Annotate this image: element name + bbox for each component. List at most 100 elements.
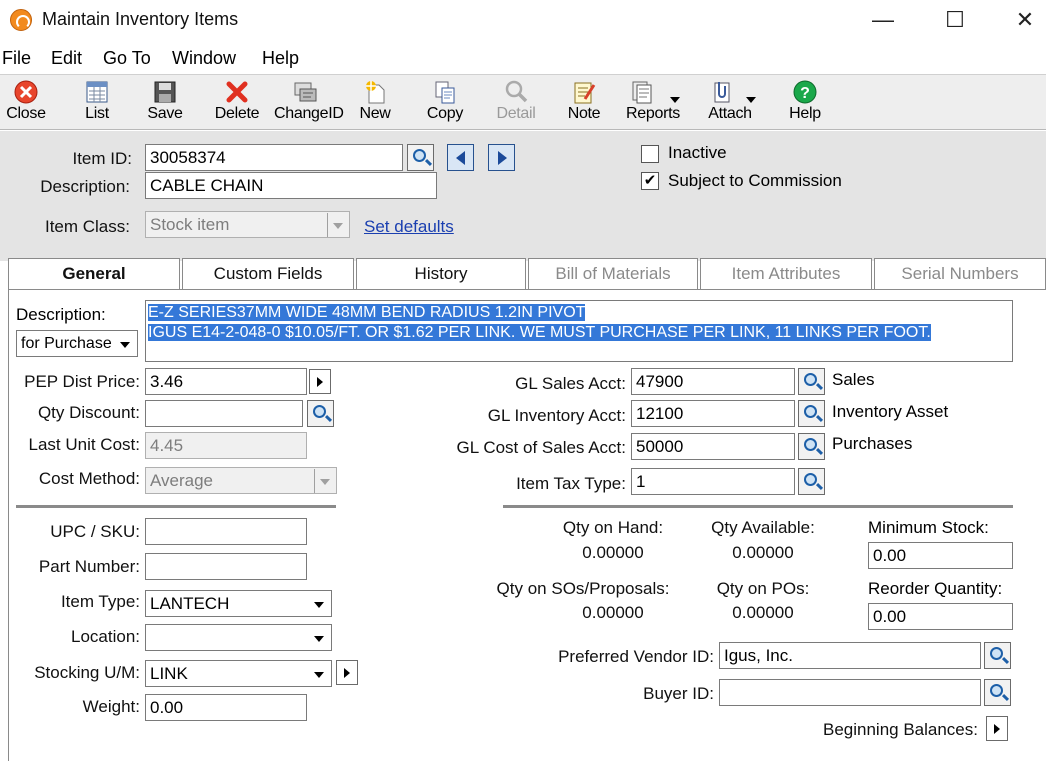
item-tax-type-input[interactable]: 1: [631, 468, 795, 495]
description-for-value: for Purchase: [21, 335, 112, 352]
arrow-right-icon: [498, 151, 507, 165]
delete-button[interactable]: Delete: [210, 79, 264, 129]
gl-sales-lookup-button[interactable]: [798, 368, 825, 395]
item-id-lookup-button[interactable]: [407, 144, 434, 171]
svg-text:?: ?: [800, 85, 810, 102]
chevron-down-icon: [327, 213, 348, 237]
pep-dist-price-input[interactable]: 3.46: [145, 368, 307, 395]
new-icon: [366, 81, 385, 104]
help-icon: ?: [793, 80, 817, 104]
gl-inventory-lookup-button[interactable]: [798, 400, 825, 427]
copy-button[interactable]: Copy: [422, 79, 468, 129]
item-type-value: LANTECH: [150, 594, 230, 613]
reports-icon: [632, 81, 652, 104]
preferred-vendor-input[interactable]: Igus, Inc.: [719, 642, 981, 669]
item-class-select[interactable]: Stock item: [145, 211, 350, 238]
reorder-quantity-input[interactable]: 0.00: [868, 603, 1013, 630]
item-header: Item ID: 30058374 Description: CABLE CHA…: [0, 131, 1046, 261]
general-description-label: Description:: [16, 305, 106, 324]
tab-custom-fields[interactable]: Custom Fields: [182, 258, 354, 290]
item-type-label: Item Type:: [60, 592, 140, 611]
weight-label: Weight:: [82, 697, 140, 716]
reorder-quantity-label: Reorder Quantity:: [868, 579, 1003, 598]
qty-discount-input[interactable]: [145, 400, 303, 427]
save-button[interactable]: Save: [142, 79, 188, 129]
weight-input[interactable]: 0.00: [145, 694, 307, 721]
qty-discount-label: Qty Discount:: [37, 403, 140, 422]
new-button[interactable]: New: [352, 79, 398, 129]
qty-on-sos-label: Qty on SOs/Proposals:: [496, 579, 670, 598]
list-icon: [86, 81, 108, 103]
list-button[interactable]: List: [74, 79, 120, 129]
menu-window[interactable]: Window: [172, 48, 236, 69]
menu-file[interactable]: File: [2, 48, 31, 69]
description-input[interactable]: CABLE CHAIN: [145, 172, 437, 199]
stocking-um-select[interactable]: LINK: [145, 660, 332, 687]
minimize-button[interactable]: —: [860, 2, 906, 38]
beginning-balances-button[interactable]: [986, 716, 1008, 741]
chevron-down-icon: [309, 662, 330, 686]
menu-help[interactable]: Help: [262, 48, 299, 69]
delete-icon: [226, 81, 248, 103]
gl-inventory-input[interactable]: 12100: [631, 400, 795, 427]
detail-button[interactable]: Detail: [492, 79, 540, 129]
set-defaults-link[interactable]: Set defaults: [364, 217, 454, 237]
qty-discount-lookup-button[interactable]: [307, 400, 334, 427]
buyer-id-lookup-button[interactable]: [984, 679, 1011, 706]
note-button[interactable]: Note: [562, 79, 606, 129]
item-tax-type-lookup-button[interactable]: [798, 468, 825, 495]
gl-sales-input[interactable]: 47900: [631, 368, 795, 395]
inactive-checkbox[interactable]: [641, 145, 659, 163]
attach-button[interactable]: Attach: [702, 79, 758, 129]
description-label: Description:: [40, 177, 130, 196]
help-button[interactable]: ? Help: [784, 79, 826, 129]
cost-method-label: Cost Method:: [38, 469, 140, 488]
chevron-down-icon: [314, 469, 335, 493]
part-number-input[interactable]: [145, 553, 307, 580]
long-description-textarea[interactable]: E-Z SERIES37MM WIDE 48MM BEND RADIUS 1.2…: [145, 300, 1013, 362]
item-tax-type-label: Item Tax Type:: [516, 474, 626, 493]
last-unit-cost-input[interactable]: 4.45: [145, 432, 307, 459]
copy-icon: [435, 81, 455, 104]
beginning-balances-label: Beginning Balances:: [822, 720, 978, 739]
toolbar: Close List Save Delete ChangeID New Copy…: [0, 74, 1046, 130]
copy-label: Copy: [426, 105, 464, 122]
minimum-stock-input[interactable]: 0.00: [868, 542, 1013, 569]
qty-available-label: Qty Available:: [711, 518, 815, 537]
changeid-button[interactable]: ChangeID: [274, 79, 344, 129]
close-button[interactable]: Close: [2, 79, 50, 129]
reports-button[interactable]: Reports: [620, 79, 686, 129]
magnifier-icon: [804, 473, 817, 486]
preferred-vendor-lookup-button[interactable]: [984, 642, 1011, 669]
location-select[interactable]: [145, 624, 332, 651]
stocking-um-value: LINK: [150, 664, 188, 683]
pep-dist-price-button[interactable]: [309, 369, 331, 394]
buyer-id-input[interactable]: [719, 679, 981, 706]
qty-on-pos-label: Qty on POs:: [716, 579, 810, 598]
item-type-select[interactable]: LANTECH: [145, 590, 332, 617]
tab-history[interactable]: History: [356, 258, 526, 290]
menu-go-to[interactable]: Go To: [103, 48, 151, 69]
upc-sku-input[interactable]: [145, 518, 307, 545]
stocking-um-button[interactable]: [336, 660, 358, 685]
gl-cost-of-sales-lookup-button[interactable]: [798, 433, 825, 460]
tab-bill-of-materials[interactable]: Bill of Materials: [528, 258, 698, 290]
tab-item-attributes[interactable]: Item Attributes: [700, 258, 872, 290]
tab-serial-numbers[interactable]: Serial Numbers: [874, 258, 1046, 290]
description-for-select[interactable]: for Purchase: [16, 330, 138, 357]
close-window-button[interactable]: ✕: [1002, 2, 1046, 38]
previous-item-button[interactable]: [447, 144, 474, 171]
qty-on-hand-label: Qty on Hand:: [562, 518, 664, 537]
menu-edit[interactable]: Edit: [51, 48, 82, 69]
part-number-label: Part Number:: [38, 557, 140, 576]
delete-label: Delete: [214, 105, 260, 122]
tab-general[interactable]: General: [8, 258, 180, 291]
gl-cost-of-sales-input[interactable]: 50000: [631, 433, 795, 460]
minimum-stock-label: Minimum Stock:: [868, 518, 989, 537]
item-id-input[interactable]: 30058374: [145, 144, 403, 171]
help-label: Help: [789, 105, 821, 122]
maximize-button[interactable]: ☐: [932, 2, 978, 38]
cost-method-select[interactable]: Average: [145, 467, 337, 494]
next-item-button[interactable]: [488, 144, 515, 171]
commission-checkbox[interactable]: ✔: [641, 172, 659, 190]
